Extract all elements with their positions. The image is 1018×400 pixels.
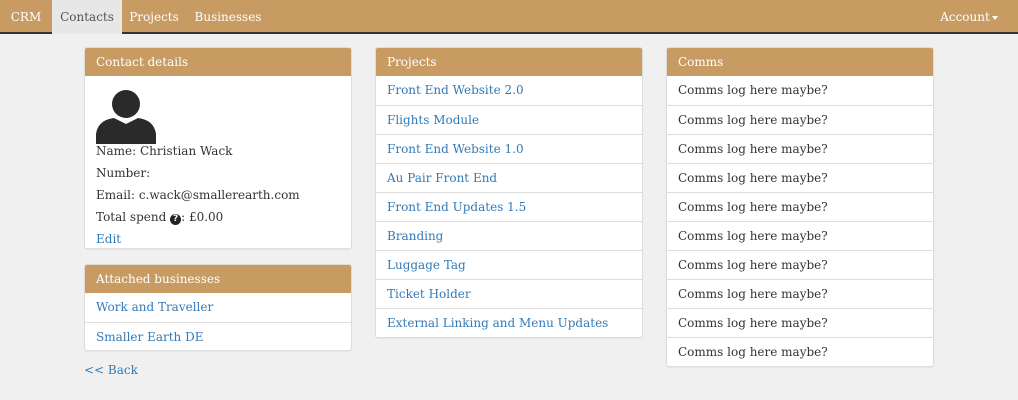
businesses-list: Work and Traveller Smaller Earth DE [85, 293, 351, 350]
question-circle-icon[interactable]: ? [170, 214, 182, 225]
comms-log-item: Comms log here maybe? [667, 279, 933, 308]
nav-projects[interactable]: Projects [122, 0, 186, 34]
comms-log-item: Comms log here maybe? [667, 308, 933, 337]
caret-down-icon [991, 15, 998, 20]
business-link[interactable]: Smaller Earth DE [85, 322, 351, 350]
contact-email: Email: c.wack@smallerearth.com [96, 188, 300, 202]
account-label: Account [940, 10, 990, 24]
comms-panel: Comms Comms log here maybe? Comms log he… [666, 47, 934, 367]
edit-contact-link[interactable]: Edit [96, 232, 121, 246]
project-link[interactable]: Front End Website 2.0 [376, 76, 642, 105]
contact-details-heading: Contact details [85, 48, 351, 76]
nav-contacts[interactable]: Contacts [52, 0, 122, 34]
project-link[interactable]: Branding [376, 221, 642, 250]
project-link[interactable]: Front End Website 1.0 [376, 134, 642, 163]
comms-log-item: Comms log here maybe? [678, 83, 828, 97]
back-link[interactable]: << Back [84, 362, 138, 378]
comms-log-item: Comms log here maybe? [667, 192, 933, 221]
total-spend-value: : £0.00 [181, 210, 224, 224]
nav-businesses[interactable]: Businesses [186, 0, 270, 34]
project-link[interactable]: Front End Updates 1.5 [376, 192, 642, 221]
project-link[interactable]: External Linking and Menu Updates [376, 308, 642, 337]
project-link[interactable]: Luggage Tag [376, 250, 642, 279]
comms-log-item: Comms log here maybe? [667, 250, 933, 279]
comms-log-item: Comms log here maybe? [667, 105, 933, 134]
comms-log-item: Comms log here maybe? [667, 163, 933, 192]
brand-link[interactable]: CRM [0, 0, 52, 34]
account-dropdown[interactable]: Account [932, 0, 1006, 34]
comms-log-item: Comms log here maybe? [667, 337, 933, 366]
projects-heading: Projects [376, 48, 642, 76]
project-link[interactable]: Ticket Holder [376, 279, 642, 308]
comms-log-item: Comms log here maybe? [667, 134, 933, 163]
total-spend-label: Total spend [96, 210, 167, 224]
avatar-icon [96, 90, 156, 144]
business-link[interactable]: Work and Traveller [85, 293, 351, 322]
top-navbar: CRM Contacts Projects Businesses Account [0, 0, 1018, 34]
contact-number: Number: [96, 166, 151, 180]
contact-total-spend: Total spend ?: £0.00 [96, 206, 340, 228]
project-link[interactable]: Au Pair Front End [376, 163, 642, 192]
projects-panel: Projects Front End Website 2.0 Flights M… [375, 47, 643, 338]
comms-list: Comms log here maybe? Comms log here may… [667, 76, 933, 366]
project-link[interactable]: Flights Module [376, 105, 642, 134]
contact-name: Name: Christian Wack [96, 144, 233, 158]
attached-businesses-panel: Attached businesses Work and Traveller S… [84, 264, 352, 351]
attached-businesses-heading: Attached businesses [85, 265, 351, 293]
comms-log-item: Comms log here maybe? [667, 221, 933, 250]
comms-heading: Comms [667, 48, 933, 76]
projects-list: Front End Website 2.0 Flights Module Fro… [376, 76, 642, 337]
contact-details-panel: Contact details Name: Christian Wack Num… [84, 47, 352, 249]
